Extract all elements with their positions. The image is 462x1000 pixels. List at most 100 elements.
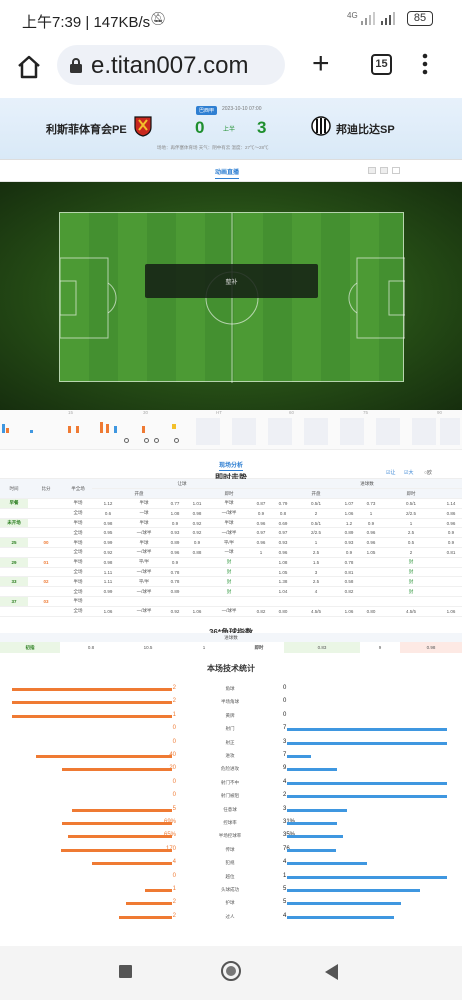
- home-icon[interactable]: [16, 54, 42, 80]
- stat-row: 65%半场控球率35%: [0, 830, 462, 843]
- home-stat-value: 1: [172, 886, 176, 892]
- home-stat-value: 2: [172, 912, 176, 919]
- away-score: 3: [257, 118, 267, 137]
- option-europe-checkbox[interactable]: ○欧: [424, 469, 432, 476]
- stat-label: 护球: [225, 900, 235, 906]
- timeline-label: HT: [216, 410, 222, 415]
- stat-label: 半场角球: [221, 699, 239, 705]
- home-stat-value: 2: [172, 698, 176, 705]
- live-tab-bar: 动画直播: [0, 160, 462, 182]
- away-stat-bar: [287, 889, 420, 892]
- stat-row: 0 射门被阻 2: [0, 790, 462, 803]
- home-stat-value: 5: [172, 805, 176, 812]
- home-team-name[interactable]: 利斯菲体育会PE: [46, 121, 127, 137]
- corner-header: 36*角球指数: [0, 619, 462, 637]
- signal-icon: [361, 12, 375, 25]
- away-stat-bar: [287, 835, 343, 839]
- stat-row: 2 半场角球 0: [0, 696, 462, 709]
- odds-row: 33 02 半场 1.11 平/半 0.78 封 1.38 2.5 0.58 封: [0, 576, 462, 588]
- tab-count-button[interactable]: 15: [371, 54, 392, 75]
- stat-row: 170传球76: [0, 844, 462, 857]
- match-period: 上半: [223, 127, 236, 133]
- away-stat-bar: [287, 902, 401, 906]
- odds-row: 37 03 半场: [0, 596, 462, 607]
- away-stat-bar: [287, 741, 447, 745]
- home-stat-value: 1: [172, 711, 176, 718]
- web-content: 巴西甲 2023-10-10 07:00 利斯菲体育会PE 0 上半 3 邦迪比…: [0, 98, 462, 946]
- away-stat-bar: [287, 848, 336, 852]
- stat-row: 20 危险进攻 9: [0, 763, 462, 776]
- away-team-name[interactable]: 邦迪比达SP: [336, 121, 395, 137]
- home-stat-value: 0: [172, 792, 176, 799]
- home-stat-value: 65%: [163, 832, 176, 839]
- view-toggle-icon[interactable]: [368, 167, 376, 174]
- home-stat-value: 0: [172, 872, 176, 879]
- timeline-label: 15: [68, 410, 74, 415]
- stat-row: 2 护球 5: [0, 897, 462, 910]
- stat-row: 1 黄牌 0: [0, 710, 462, 723]
- home-stat-value: 40: [169, 752, 176, 758]
- col-time: 时间: [0, 479, 28, 500]
- system-nav-bar: [0, 946, 462, 1000]
- live-pitch: 整补: [0, 182, 462, 410]
- stat-row: 40 进攻 7: [0, 750, 462, 763]
- new-tab-button[interactable]: +: [312, 49, 330, 79]
- stat-label: 进攻: [225, 753, 235, 758]
- away-stat-bar: [287, 822, 337, 825]
- odds-table: 时间 比分 半全场 让球 进球数 开盘 即时 开盘 即时 早餐 半场 1.12 半球 0…: [0, 479, 462, 619]
- option-total-checkbox[interactable]: ☑大: [404, 469, 414, 476]
- odds-row: 全场 0.92 一/球半 0.96 0.88 一球 1 0.96 2.5 0.9 1.05 2 0.81: [0, 547, 462, 558]
- network-label: 4G: [347, 11, 358, 20]
- view-toggle-icon[interactable]: [380, 167, 388, 174]
- stat-row: 0 射门 7: [0, 723, 462, 736]
- overlay-text: 整补: [225, 280, 238, 286]
- corner-table: 进球数 初指 0.8 10.5 1 即时 0.83 9 0.98: [0, 633, 462, 663]
- away-stat-bar: [287, 795, 447, 799]
- stats-header: 本场技术统计: [0, 663, 462, 683]
- away-stat-value: 0: [283, 711, 287, 718]
- stat-label: 犯规: [225, 860, 235, 866]
- home-stat-value: 0: [172, 738, 176, 745]
- browser-toolbar: e.titan007.com + 15: [0, 40, 462, 98]
- odds-row: 全场 0.95 一/球半 0.93 0.92 一/球半 0.97 0.97 2/2.5 0.89 0…: [0, 527, 462, 539]
- home-button[interactable]: [221, 961, 241, 981]
- odds-row: 全场 0.6 一球 1.08 0.98 一/球半 0.9 0.8 2 1.06 1 2/2.5 0.86: [0, 508, 462, 519]
- odds-row: 29 01 半场 0.98 平/半 0.9 封 1.08 1.5 0.78 封: [0, 557, 462, 568]
- home-score: 0: [195, 118, 205, 137]
- away-stat-value: 0: [283, 685, 287, 691]
- stat-row: 2 过人 4: [0, 911, 462, 924]
- odds-row: 全场 0.99 一/球半 0.89 封 1.04 4 0.82 封: [0, 586, 462, 598]
- away-stat-bar: [287, 915, 394, 919]
- league-badge[interactable]: 巴西甲: [196, 106, 218, 115]
- away-stat-bar: [287, 755, 311, 758]
- animation-overlay: 整补: [145, 264, 318, 298]
- address-bar[interactable]: e.titan007.com: [57, 45, 285, 85]
- tab-live-animation[interactable]: 动画直播: [215, 167, 240, 179]
- stat-label: 传球: [225, 846, 235, 852]
- recent-apps-button[interactable]: [119, 965, 132, 978]
- stat-label: 头球成功: [221, 887, 239, 892]
- home-stat-value: 69%: [163, 819, 176, 825]
- analysis-tab-bar: 现场分析: [0, 450, 462, 471]
- stat-label: 射正: [225, 739, 235, 745]
- back-button[interactable]: [325, 964, 338, 980]
- odds-row: 早餐 半场 1.12 半球 0.77 1.01 半球 0.87 0.79 0.5/1 1.07 0.7…: [0, 498, 462, 509]
- match-datetime: 2023-10-10 07:00: [222, 106, 262, 112]
- stats-list: 2 角球 0 2 半场角球 0 1 黄牌 0 0 射门 7 0 射正 3 40 进攻 7 20 危险进攻 9 0 射门不中 4…: [0, 683, 462, 943]
- stat-row: 0 射门不中 4: [0, 777, 462, 790]
- stat-row: 5 任意球 3: [0, 804, 462, 817]
- odds-header: 即时走势 ☑让 ☑大 ○欧: [0, 464, 462, 482]
- timeline-label: 30: [143, 410, 149, 415]
- more-menu-icon[interactable]: [422, 52, 428, 76]
- away-stat-bar: [287, 862, 367, 866]
- stat-label: 射门: [225, 726, 235, 732]
- home-stat-value: 2: [172, 899, 176, 906]
- col-handicap: 让球: [92, 479, 272, 490]
- odds-row: 25 00 半场 0.99 半球 0.89 0.9 平/半 0.96 0.93 1 0.93 0.96 0…: [0, 537, 462, 549]
- stats-title: 本场技术统计: [207, 664, 255, 673]
- view-toggle-icon[interactable]: [392, 167, 400, 174]
- stat-label: 角球: [225, 686, 235, 691]
- option-handicap-checkbox[interactable]: ☑让: [386, 469, 396, 476]
- match-header: 巴西甲 2023-10-10 07:00 利斯菲体育会PE 0 上半 3 邦迪比…: [0, 98, 462, 160]
- col-halffull: 半全场: [64, 479, 92, 500]
